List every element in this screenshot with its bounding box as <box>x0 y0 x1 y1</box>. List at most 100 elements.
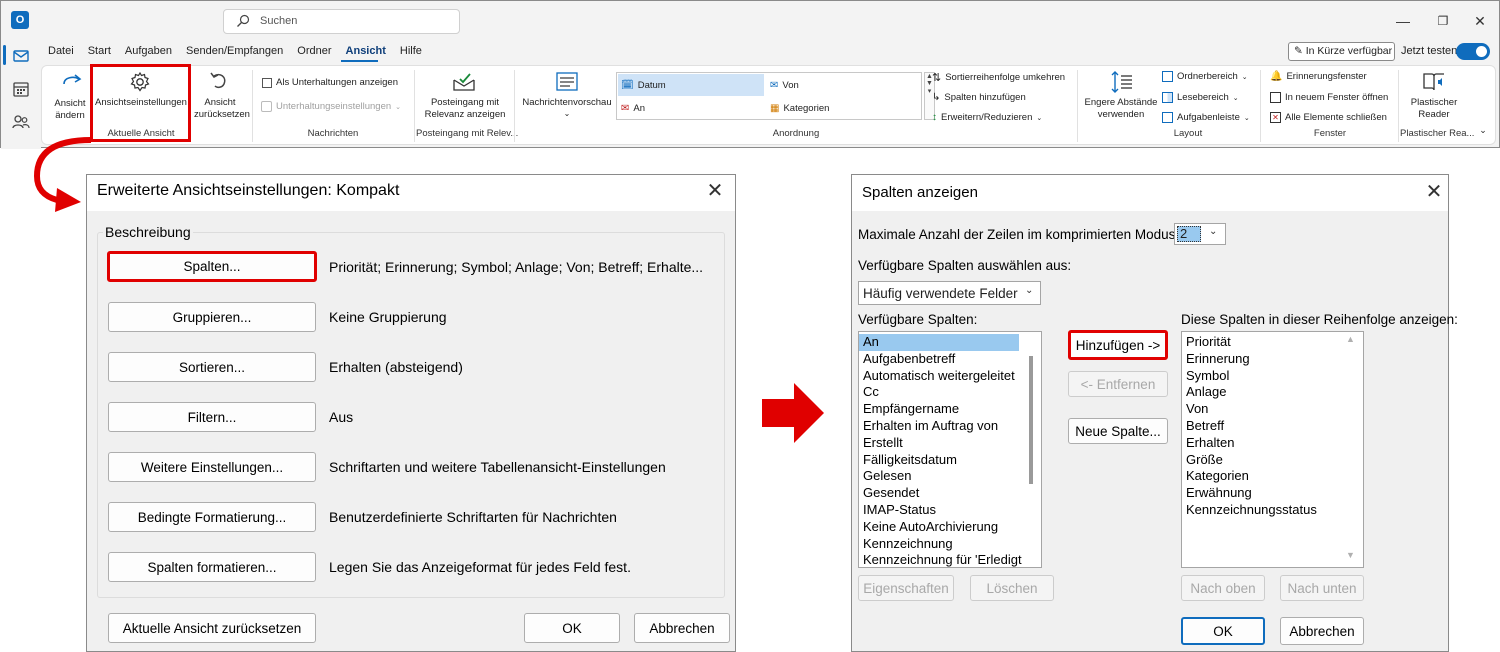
change-view-button[interactable]: Ansicht ändern <box>50 98 90 122</box>
reset-view-button[interactable]: Ansicht zurücksetzen <box>194 97 250 121</box>
shown-column-item[interactable]: Kategorien <box>1182 468 1342 485</box>
arrange-by-categories[interactable]: ▦ Kategorien <box>767 97 917 119</box>
reading-pane-button[interactable]: Lesebereich ⌄ <box>1162 92 1239 103</box>
max-rows-select[interactable]: 2 ⌄ <box>1174 223 1226 245</box>
list-scrollbar-thumb[interactable] <box>1029 356 1033 484</box>
add-columns-button[interactable]: ↳ Spalten hinzufügen <box>932 92 1026 103</box>
people-icon[interactable] <box>12 113 30 131</box>
arrange-by-from[interactable]: ✉ Von <box>767 74 917 96</box>
shown-column-item[interactable]: Größe <box>1182 452 1342 469</box>
menu-help[interactable]: Hilfe <box>393 41 429 63</box>
search-box[interactable]: Suchen <box>223 9 460 34</box>
sort-button[interactable]: Sortieren... <box>108 352 316 382</box>
menu-folder[interactable]: Ordner <box>290 41 338 63</box>
shown-columns-list[interactable]: Priorität Erinnerung Symbol Anlage Von Betref… <box>1181 331 1364 568</box>
available-column-item[interactable]: Erstellt <box>859 435 1019 452</box>
compact-spacing-button[interactable]: Engere Abstände verwenden <box>1082 97 1160 121</box>
available-column-item[interactable]: Aufgabenbetreff <box>859 351 1019 368</box>
shown-column-item[interactable]: Symbol <box>1182 368 1342 385</box>
available-column-item[interactable]: Cc <box>859 384 1019 401</box>
available-column-item[interactable]: Gelesen <box>859 468 1019 485</box>
other-settings-button[interactable]: Weitere Einstellungen... <box>108 452 316 482</box>
reverse-sort-button[interactable]: ⇅ Sortierreihenfolge umkehren <box>932 71 1065 84</box>
close-all-button[interactable]: ✕ Alle Elemente schließen <box>1270 112 1387 123</box>
mail-icon[interactable] <box>12 47 30 65</box>
chevron-down-icon[interactable]: ⌄ <box>560 108 574 120</box>
todo-bar-button[interactable]: Aufgabenleiste ⌄ <box>1162 112 1250 123</box>
available-column-item[interactable]: Gesendet <box>859 485 1019 502</box>
available-column-item[interactable]: An <box>859 334 1019 351</box>
close-all-icon: ✕ <box>1270 112 1281 123</box>
move-down-button[interactable]: Nach unten <box>1280 575 1364 601</box>
new-window-icon <box>1270 92 1281 103</box>
folder-pane-icon <box>1162 71 1173 82</box>
menu-file[interactable]: Datei <box>41 41 81 63</box>
close-icon[interactable]: ✕ <box>703 180 727 204</box>
reset-current-view-button[interactable]: Aktuelle Ansicht zurücksetzen <box>108 613 316 643</box>
add-button[interactable]: Hinzufügen -> <box>1068 330 1168 360</box>
available-column-item[interactable]: Keine AutoArchivierung <box>859 519 1019 536</box>
dialog-title: Spalten anzeigen <box>862 184 978 201</box>
shown-column-item[interactable]: Anlage <box>1182 384 1342 401</box>
available-columns-list[interactable]: An Aufgabenbetreff Automatisch weitergelei… <box>858 331 1042 568</box>
open-new-window-button[interactable]: In neuem Fenster öffnen <box>1270 92 1388 103</box>
shown-column-item[interactable]: Kennzeichnungsstatus <box>1182 502 1342 519</box>
scroll-up-icon[interactable]: ▲ <box>1346 334 1355 344</box>
ok-button[interactable]: OK <box>524 613 620 643</box>
format-columns-button[interactable]: Spalten formatieren... <box>108 552 316 582</box>
compact-spacing-icon <box>1111 71 1132 93</box>
shown-column-item[interactable]: Priorität <box>1182 334 1342 351</box>
arrange-by-date[interactable]: 🗓 Datum <box>618 74 764 96</box>
available-column-item[interactable]: Fälligkeitsdatum <box>859 452 1019 469</box>
move-up-button[interactable]: Nach oben <box>1181 575 1265 601</box>
shown-columns-items: Priorität Erinnerung Symbol Anlage Von Betref… <box>1182 334 1342 519</box>
show-as-conversations-checkbox[interactable]: Als Unterhaltungen anzeigen <box>262 77 398 88</box>
try-now-toggle[interactable] <box>1456 43 1490 60</box>
delete-button[interactable]: Löschen <box>970 575 1054 601</box>
reminders-window-button[interactable]: 🔔 Erinnerungsfenster <box>1270 71 1367 82</box>
immersive-reader-button[interactable]: Plastischer Reader <box>1402 97 1466 121</box>
cancel-button[interactable]: Abbrechen <box>1280 617 1364 645</box>
window-group-label: Fenster <box>1313 128 1347 139</box>
available-column-item[interactable]: IMAP-Status <box>859 502 1019 519</box>
shown-column-item[interactable]: Betreff <box>1182 418 1342 435</box>
new-column-button[interactable]: Neue Spalte... <box>1068 418 1168 444</box>
view-settings-button[interactable]: Ansichtseinstellungen <box>94 97 188 109</box>
available-column-item[interactable]: Kennzeichnung für 'Erledigt <box>859 552 1022 567</box>
shown-column-item[interactable]: Erhalten <box>1182 435 1342 452</box>
filter-button[interactable]: Filtern... <box>108 402 316 432</box>
menu-tasks[interactable]: Aufgaben <box>118 41 179 63</box>
calendar-icon[interactable] <box>12 80 30 98</box>
close-icon[interactable]: ✕ <box>1422 181 1446 205</box>
conversation-settings-button[interactable]: Unterhaltungseinstellungen ⌄ <box>261 101 401 112</box>
available-column-item[interactable]: Kennzeichnung <box>859 536 1019 553</box>
shown-column-item[interactable]: Von <box>1182 401 1342 418</box>
arrange-by-to[interactable]: ✉ An <box>618 97 764 119</box>
remove-button[interactable]: <- Entfernen <box>1068 371 1168 397</box>
available-column-item[interactable]: Empfängername <box>859 401 1019 418</box>
expand-collapse-button[interactable]: ↕ Erweitern/Reduzieren ⌄ <box>932 112 1042 123</box>
properties-button[interactable]: Eigenschaften <box>858 575 954 601</box>
collapse-ribbon-icon[interactable]: ⌄ <box>1476 124 1490 136</box>
conditional-formatting-button[interactable]: Bedingte Formatierung... <box>108 502 316 532</box>
ok-button[interactable]: OK <box>1181 617 1265 645</box>
coming-soon-button[interactable]: ✎ In Kürze verfügbar <box>1288 42 1395 61</box>
group-by-button[interactable]: Gruppieren... <box>108 302 316 332</box>
focused-inbox-button[interactable]: Posteingang mit Relevanz anzeigen <box>420 97 510 121</box>
close-icon[interactable]: ✕ <box>1465 9 1495 33</box>
shown-column-item[interactable]: Erinnerung <box>1182 351 1342 368</box>
menu-home[interactable]: Start <box>81 41 118 63</box>
menu-send-receive[interactable]: Senden/Empfangen <box>179 41 290 63</box>
minimize-icon[interactable]: — <box>1388 9 1418 33</box>
folder-pane-button[interactable]: Ordnerbereich ⌄ <box>1162 71 1248 82</box>
add-columns-label: Spalten hinzufügen <box>944 92 1026 103</box>
scroll-down-icon[interactable]: ▼ <box>1346 550 1355 560</box>
columns-button[interactable]: Spalten... <box>107 251 317 282</box>
cancel-button[interactable]: Abbrechen <box>634 613 730 643</box>
shown-column-item[interactable]: Erwähnung <box>1182 485 1342 502</box>
maximize-icon[interactable]: ❐ <box>1428 9 1458 33</box>
available-column-item[interactable]: Automatisch weitergeleitet <box>859 368 1019 385</box>
select-from-dropdown[interactable]: Häufig verwendete Felder ⌄ <box>858 281 1041 305</box>
expand-collapse-icon: ↕ <box>932 112 937 123</box>
available-column-item[interactable]: Erhalten im Auftrag von <box>859 418 1019 435</box>
